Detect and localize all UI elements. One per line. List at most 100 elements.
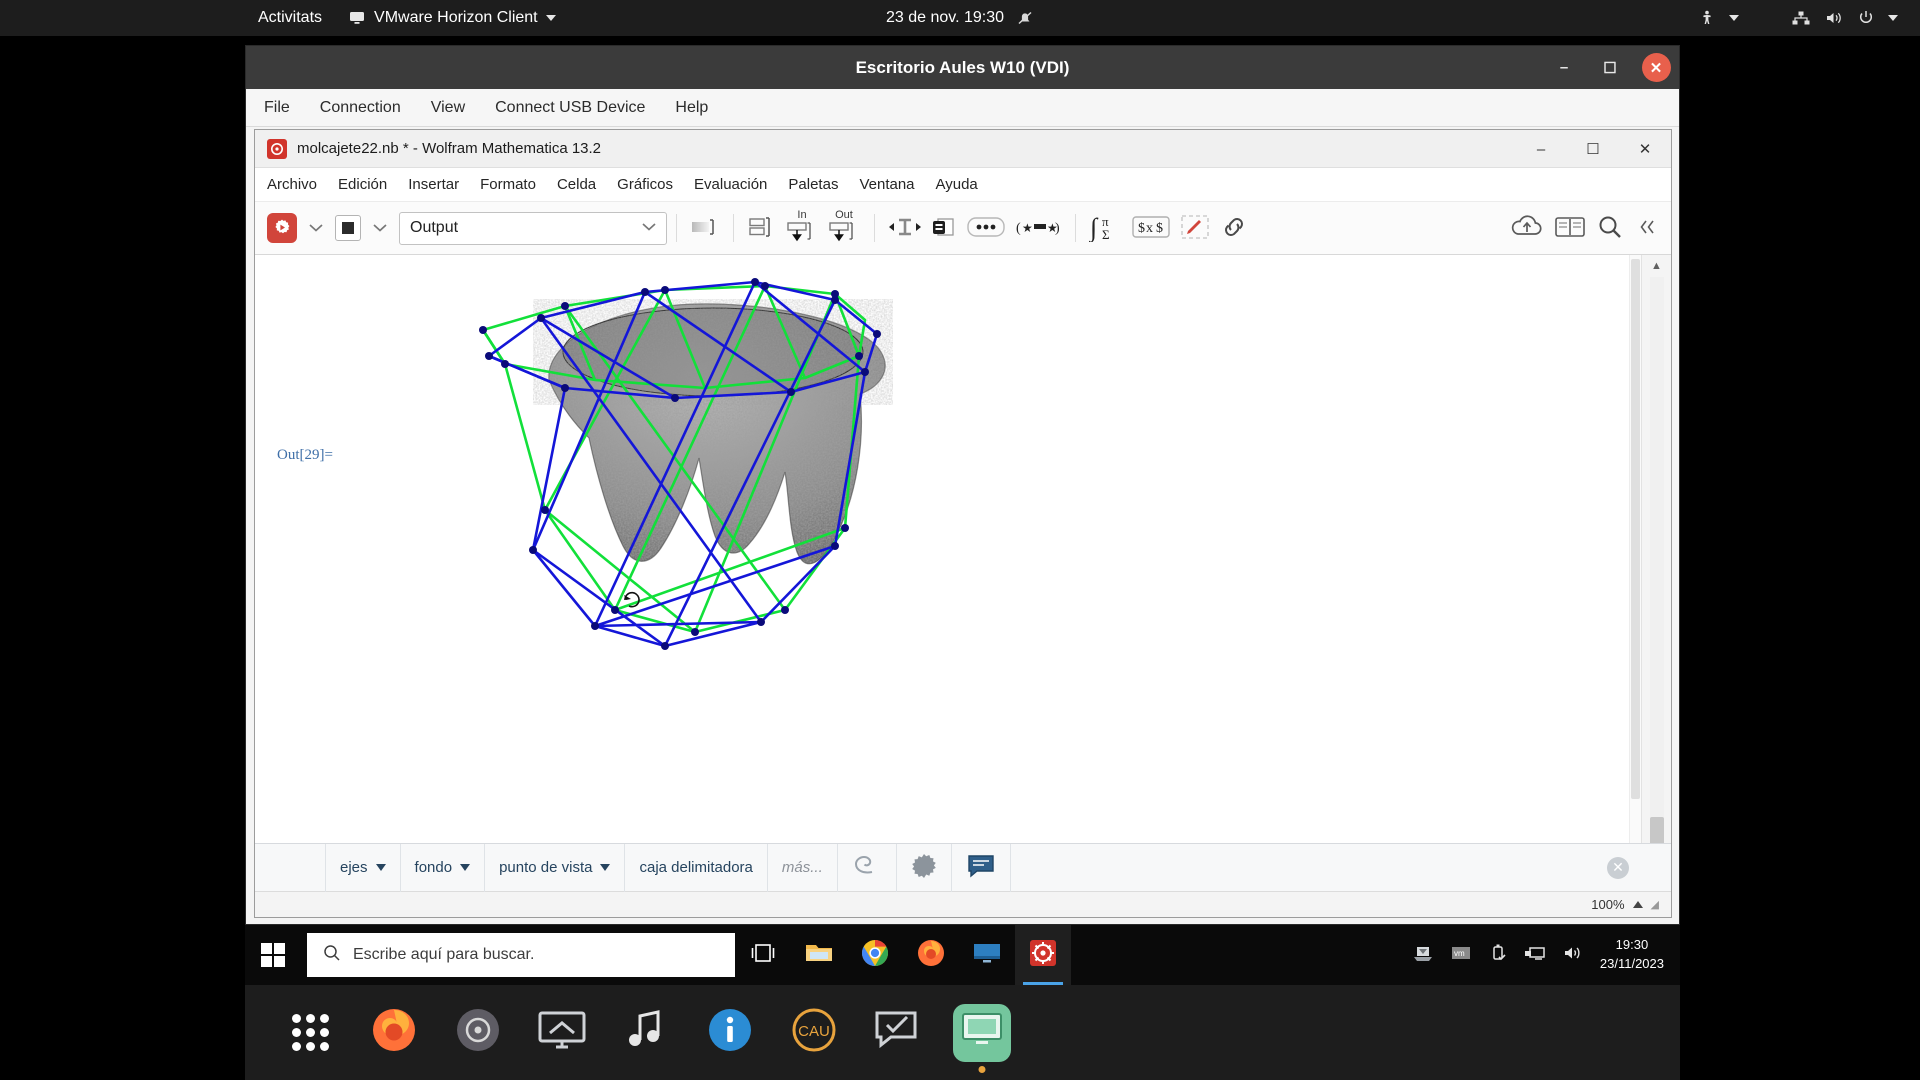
windows-search-box[interactable]: Escribe aquí para buscar. <box>307 933 735 977</box>
notebook-area[interactable]: Out[29]= ▲ <box>255 255 1671 843</box>
notebook-inner-scrollbar[interactable] <box>1629 255 1641 843</box>
taskbar-google-chrome[interactable] <box>847 925 903 985</box>
menu-item-ventana[interactable]: Ventana <box>859 176 914 193</box>
dock-show-applications[interactable] <box>281 1004 339 1062</box>
more-options-button[interactable] <box>962 210 1010 246</box>
menu-item-connection[interactable]: Connection <box>316 96 405 120</box>
horizon-maximize-button[interactable]: ☐ <box>1587 46 1633 89</box>
decorated-cell-button[interactable]: ( ★ ★ ) <box>1010 210 1066 246</box>
scrollbar-track[interactable] <box>1649 277 1664 843</box>
cell-bracket-button[interactable] <box>686 210 724 246</box>
menu-item-archivo[interactable]: Archivo <box>267 176 317 193</box>
gfx-comment-button[interactable] <box>952 843 1011 892</box>
power-icon[interactable] <box>1857 9 1875 27</box>
dock-chat[interactable] <box>869 1004 927 1062</box>
duplicate-cell-button[interactable] <box>926 210 962 246</box>
tex-input-button[interactable]: $ x $ <box>1127 210 1175 246</box>
menu-item-connect-usb-device[interactable]: Connect USB Device <box>491 96 649 120</box>
network-wired-icon[interactable] <box>1791 9 1811 27</box>
gfx-rotate-button[interactable] <box>838 843 897 892</box>
notebook-scrollbar[interactable]: ▲ ▼ <box>1641 255 1671 843</box>
horizon-minimize-button[interactable]: – <box>1541 46 1587 89</box>
evaluate-dropdown-caret[interactable] <box>301 220 331 237</box>
taskbar-file-explorer[interactable] <box>791 925 847 985</box>
toolbar-divider <box>676 214 677 242</box>
group-cells-button[interactable] <box>743 210 781 246</box>
gfx-punto-de-vista-button[interactable]: punto de vista <box>485 843 626 892</box>
menu-item-celda[interactable]: Celda <box>557 176 596 193</box>
taskbar-wolfram-mathematica[interactable] <box>1015 925 1071 985</box>
menu-item-formato[interactable]: Formato <box>480 176 536 193</box>
menu-item-view[interactable]: View <box>427 96 469 120</box>
gfx-clear-button[interactable]: ✕ <box>1607 856 1629 879</box>
notebook-inner-scroll-thumb[interactable] <box>1631 259 1640 799</box>
abort-button[interactable] <box>331 210 365 246</box>
dock-firefox[interactable] <box>365 1004 423 1062</box>
cloud-deploy-button[interactable] <box>1505 210 1549 246</box>
volume-icon[interactable] <box>1824 9 1844 27</box>
menu-item-evaluacion[interactable]: Evaluación <box>694 176 767 193</box>
typeset-palette-button[interactable]: ∫ π Σ <box>1085 210 1127 246</box>
menu-item-help[interactable]: Help <box>671 96 712 120</box>
mathematica-window: molcajete22.nb * - Wolfram Mathematica 1… <box>254 129 1672 918</box>
mathematica-minimize-button[interactable]: – <box>1515 130 1567 168</box>
evaluate-button[interactable] <box>263 210 301 246</box>
dock-vmware-horizon[interactable] <box>953 1003 1011 1062</box>
accessibility-icon[interactable] <box>1698 9 1716 27</box>
volume-icon[interactable] <box>1562 943 1584 968</box>
collapse-toolbar-button[interactable] <box>1629 210 1663 246</box>
toolbar-divider <box>874 214 875 242</box>
taskbar-firefox[interactable] <box>903 925 959 985</box>
network-icon[interactable] <box>1524 943 1546 968</box>
dock-screen-share[interactable] <box>533 1004 591 1062</box>
cell-style-select[interactable]: Output <box>399 211 667 245</box>
clock-button[interactable]: 23 de nov. 19:30 <box>886 9 1034 27</box>
dock-music[interactable] <box>617 1004 675 1062</box>
windows-clock[interactable]: 19:30 23/11/2023 <box>1600 936 1670 974</box>
chevron-down-icon[interactable] <box>1888 15 1898 21</box>
activities-button[interactable]: Activitats <box>258 9 322 27</box>
menu-item-ayuda[interactable]: Ayuda <box>936 176 978 193</box>
scrollbar-thumb[interactable] <box>1649 817 1664 843</box>
task-view-button[interactable] <box>735 925 791 985</box>
start-button[interactable] <box>245 925 301 985</box>
search-button[interactable] <box>1591 210 1629 246</box>
resize-grip-icon[interactable]: ◢ <box>1651 898 1659 911</box>
text-width-button[interactable] <box>884 210 926 246</box>
dock-cau[interactable]: CAU <box>785 1004 843 1062</box>
gfx-mas-button[interactable]: más... <box>768 843 838 892</box>
dock-info[interactable] <box>701 1004 759 1062</box>
menu-item-insertar[interactable]: Insertar <box>408 176 459 193</box>
snipping-tool-icon[interactable] <box>1412 943 1434 968</box>
ellipsis-icon <box>966 215 1006 242</box>
mathematica-maximize-button[interactable]: ☐ <box>1567 130 1619 168</box>
documentation-button[interactable] <box>1549 210 1591 246</box>
insert-input-cell-button[interactable]: In <box>781 210 823 246</box>
menu-item-edicion[interactable]: Edición <box>338 176 387 193</box>
draw-button[interactable] <box>1175 210 1215 246</box>
horizon-close-button[interactable]: ✕ <box>1633 46 1679 89</box>
taskbar-remote-desktop[interactable] <box>959 925 1015 985</box>
insert-output-cell-button[interactable]: Out <box>823 210 865 246</box>
scroll-up-icon[interactable]: ▲ <box>1643 255 1671 277</box>
gfx-fondo-button[interactable]: fondo <box>401 843 486 892</box>
notebook-canvas[interactable]: Out[29]= <box>255 255 1641 843</box>
zoom-increase-icon[interactable] <box>1632 901 1643 908</box>
chevron-down-icon[interactable] <box>1729 15 1739 21</box>
menu-item-file[interactable]: File <box>260 96 294 120</box>
graphics-3d-output[interactable] <box>365 260 1005 680</box>
windows-search-placeholder: Escribe aquí para buscar. <box>353 946 535 963</box>
vmware-tools-icon[interactable]: vm <box>1450 943 1472 968</box>
gfx-ejes-button[interactable]: ejes <box>325 843 401 892</box>
abort-dropdown-caret[interactable] <box>365 220 395 237</box>
usb-safe-remove-icon[interactable] <box>1488 943 1508 968</box>
menu-item-paletas[interactable]: Paletas <box>788 176 838 193</box>
dock-settings[interactable] <box>449 1004 507 1062</box>
gfx-settings-button[interactable] <box>897 843 952 892</box>
gfx-caja-delimitadora-button[interactable]: caja delimitadora <box>625 843 768 892</box>
mathematica-close-button[interactable]: ✕ <box>1619 130 1671 168</box>
toolbar-divider <box>1075 214 1076 242</box>
hyperlink-button[interactable] <box>1215 210 1253 246</box>
menu-item-graficos[interactable]: Gráficos <box>617 176 673 193</box>
app-menu-button[interactable]: VMware Horizon Client <box>348 9 556 27</box>
